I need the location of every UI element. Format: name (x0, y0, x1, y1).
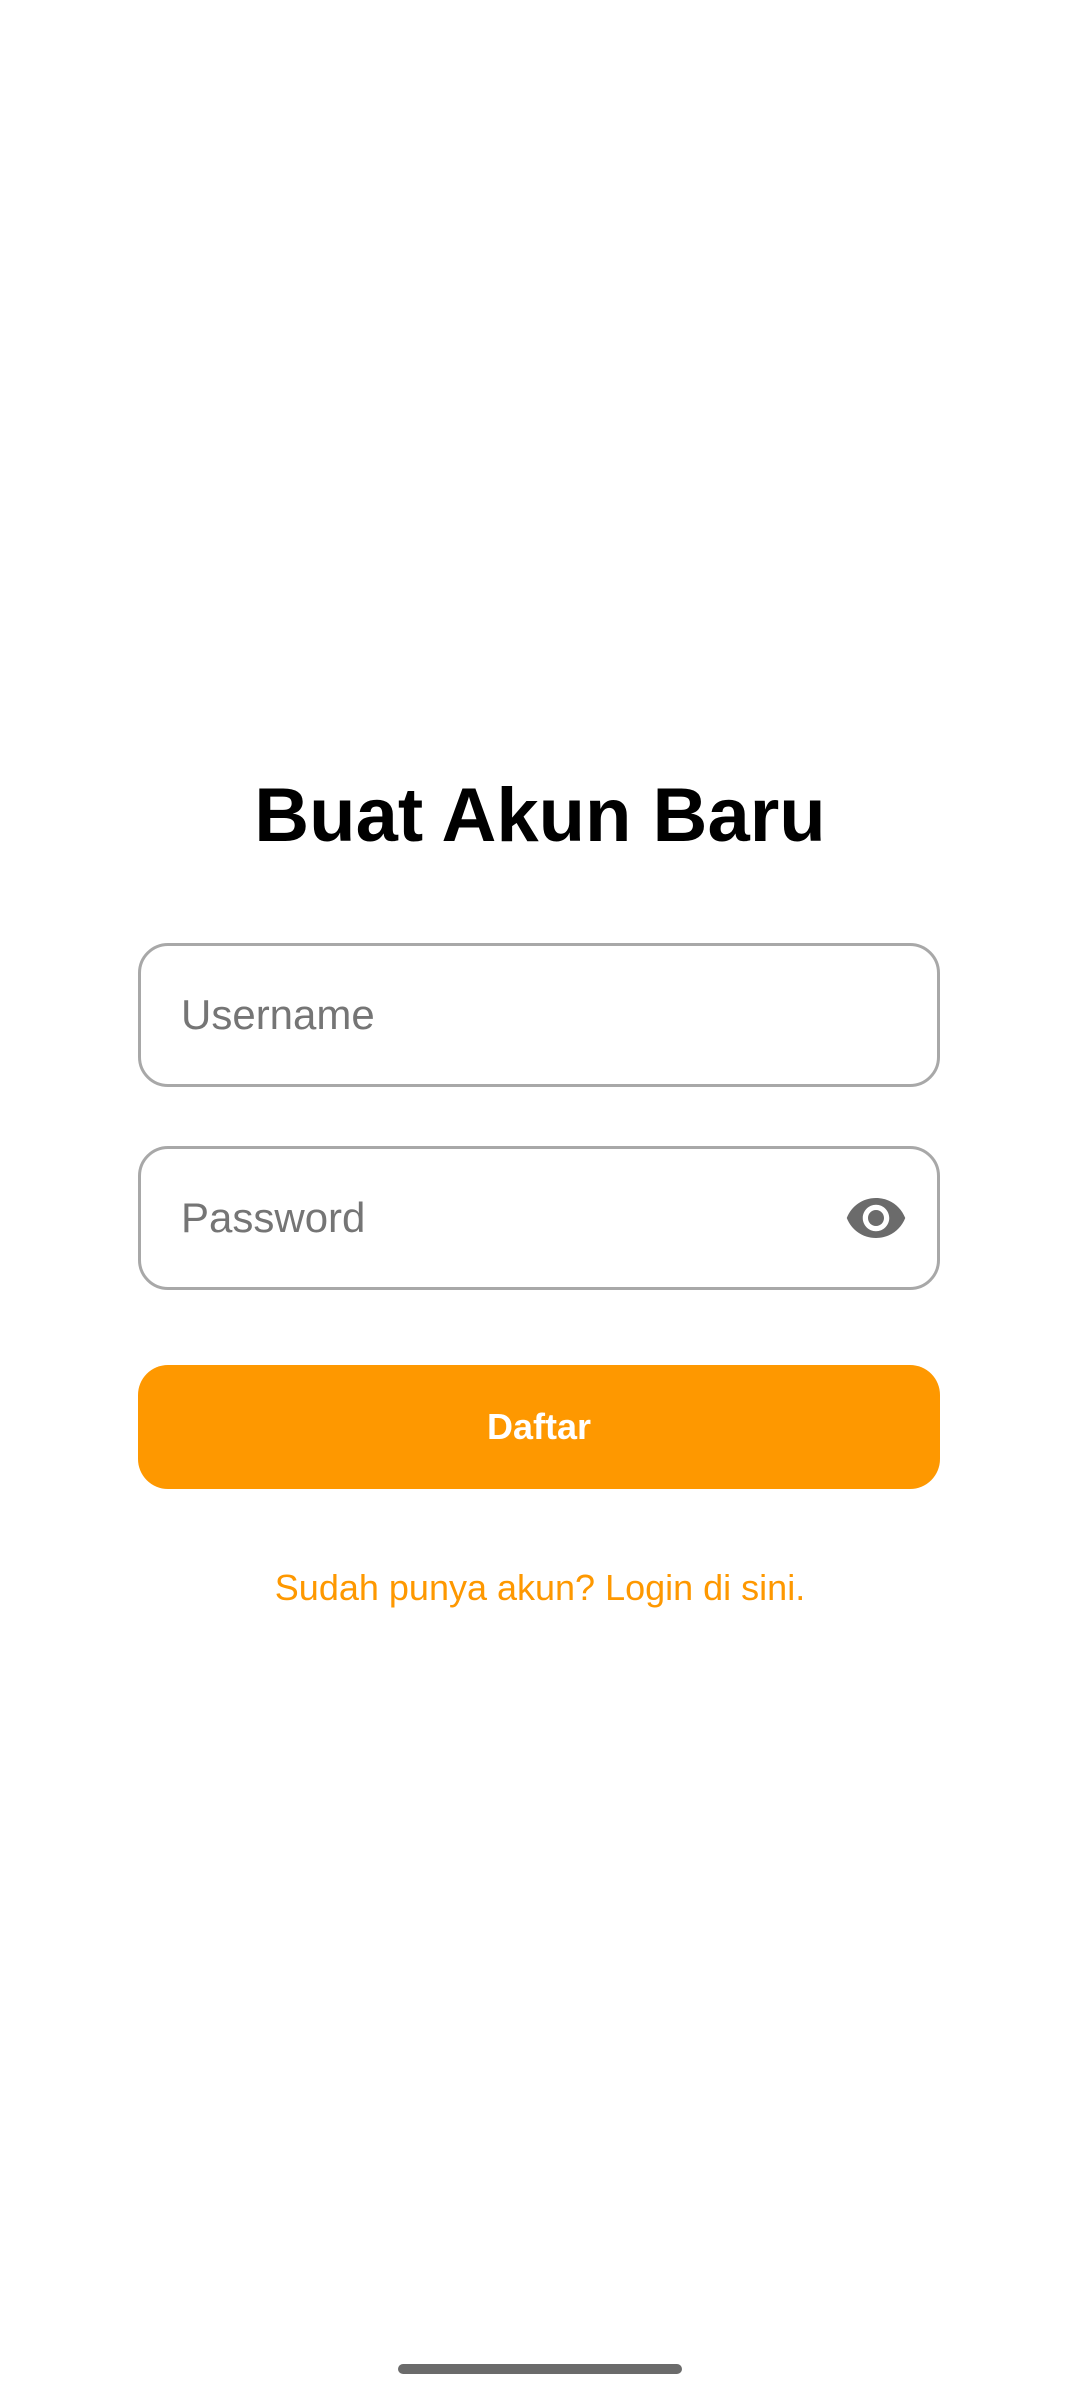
eye-icon[interactable] (845, 1187, 907, 1249)
login-link[interactable]: Sudah punya akun? Login di sini. (0, 1562, 1080, 1614)
register-button[interactable]: Daftar (138, 1365, 940, 1489)
username-field-container[interactable] (138, 943, 940, 1087)
password-input[interactable] (181, 1178, 821, 1258)
home-indicator[interactable] (398, 2364, 682, 2374)
username-input[interactable] (181, 975, 821, 1055)
page-title: Buat Akun Baru (254, 773, 826, 858)
password-field-container[interactable] (138, 1146, 940, 1290)
register-screen: Buat Akun Baru Daftar Sudah punya akun? … (0, 0, 1080, 2400)
